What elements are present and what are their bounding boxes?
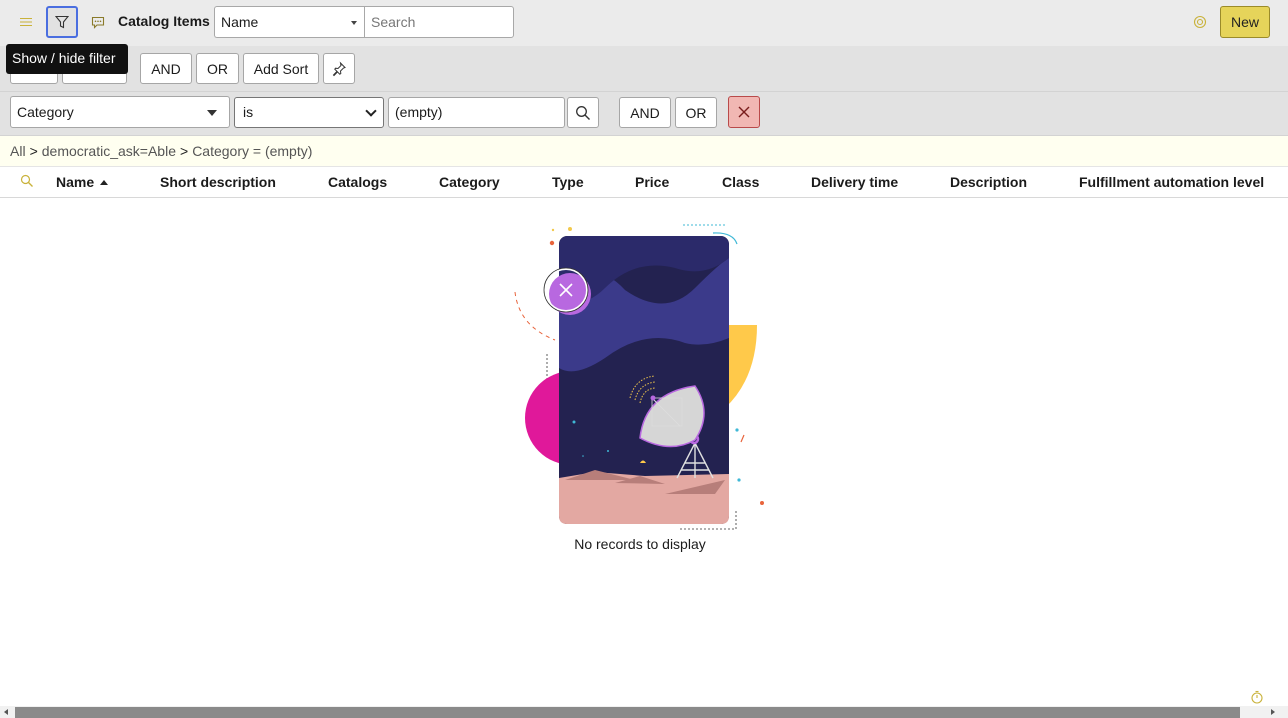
scroll-right-arrow-icon[interactable] xyxy=(1271,709,1275,715)
pin-icon xyxy=(332,60,346,76)
condition-operator-select[interactable]: is xyxy=(234,97,384,128)
page-title: Catalog Items xyxy=(118,13,210,29)
new-button[interactable]: New xyxy=(1220,6,1270,38)
filter-tooltip: Show / hide filter xyxy=(6,44,128,74)
condition-and-button[interactable]: AND xyxy=(619,97,671,128)
column-header-type[interactable]: Type xyxy=(552,174,584,190)
horizontal-scrollbar[interactable] xyxy=(0,706,1288,718)
column-header-fulfillment-automation-level[interactable]: Fulfillment automation level xyxy=(1079,174,1264,190)
condition-operator-value: is xyxy=(243,104,254,120)
hamburger-menu-icon[interactable] xyxy=(14,10,38,34)
column-header-price[interactable]: Price xyxy=(635,174,669,190)
dropdown-caret-icon xyxy=(351,21,357,25)
breadcrumb-separator: > xyxy=(180,143,189,159)
list-header: Catalog Items Name New xyxy=(0,0,1288,46)
scrollbar-thumb[interactable] xyxy=(15,707,1240,718)
breadcrumb-separator: > xyxy=(29,143,38,159)
search-field-select[interactable]: Name xyxy=(214,6,365,38)
condition-or-button[interactable]: OR xyxy=(675,97,717,128)
condition-field-select[interactable]: Category xyxy=(10,96,230,128)
close-icon xyxy=(738,106,750,118)
column-header-delivery-time[interactable]: Delivery time xyxy=(811,174,898,190)
search-input[interactable] xyxy=(364,6,514,38)
column-header-catalogs[interactable]: Catalogs xyxy=(328,174,387,190)
filter-condition-row: Category is (empty) AND OR xyxy=(0,92,1288,136)
add-sort-button[interactable]: Add Sort xyxy=(243,53,319,84)
condition-field-value: Category xyxy=(17,104,74,120)
column-header-name[interactable]: Name xyxy=(56,174,109,190)
chevron-down-icon xyxy=(365,105,377,117)
table-header: Name Short description Catalogs Category… xyxy=(0,167,1288,198)
column-search-icon[interactable] xyxy=(20,174,36,190)
column-header-category[interactable]: Category xyxy=(439,174,500,190)
filter-toolbar: AND OR Add Sort xyxy=(0,46,1288,92)
breadcrumb-item-condition[interactable]: democratic_ask=Able xyxy=(42,143,176,159)
filter-or-button[interactable]: OR xyxy=(196,53,239,84)
no-records-illustration xyxy=(514,224,764,530)
column-header-class[interactable]: Class xyxy=(722,174,759,190)
empty-state-message: No records to display xyxy=(574,536,706,552)
search-icon xyxy=(576,105,590,120)
filter-funnel-icon xyxy=(55,15,69,29)
timer-icon[interactable] xyxy=(1250,690,1266,706)
condition-value-input[interactable]: (empty) xyxy=(388,97,565,128)
scroll-left-arrow-icon[interactable] xyxy=(4,709,8,715)
condition-lookup-button[interactable] xyxy=(567,97,599,128)
toggle-filter-button[interactable] xyxy=(46,6,78,38)
breadcrumb: All > democratic_ask=Able > Category = (empt… xyxy=(0,136,1288,167)
breadcrumb-item-category[interactable]: Category = (empty) xyxy=(192,143,312,159)
activity-stream-icon[interactable] xyxy=(86,10,110,34)
column-header-short-description[interactable]: Short description xyxy=(160,174,276,190)
sort-ascending-icon xyxy=(100,180,109,185)
remove-condition-button[interactable] xyxy=(728,96,760,128)
breadcrumb-item-all[interactable]: All xyxy=(10,143,26,159)
column-header-description[interactable]: Description xyxy=(950,174,1027,190)
filter-and-button[interactable]: AND xyxy=(140,53,192,84)
dropdown-caret-icon xyxy=(207,110,217,116)
search-field-value: Name xyxy=(221,14,259,30)
pin-filter-button[interactable] xyxy=(323,53,355,84)
gear-icon[interactable] xyxy=(1188,10,1212,34)
